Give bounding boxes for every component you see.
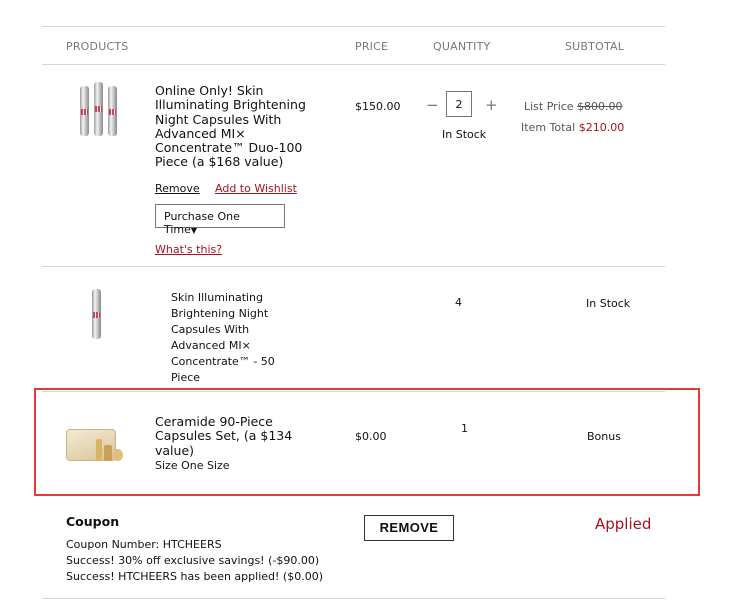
add-to-wishlist-link[interactable]: Add to Wishlist xyxy=(215,182,297,195)
stock-status: In Stock xyxy=(442,128,487,141)
coupon-success-savings: Success! 30% off exclusive savings! (-$9… xyxy=(66,554,320,567)
decrease-quantity-button[interactable]: − xyxy=(426,96,439,114)
coupon-remove-button[interactable]: REMOVE xyxy=(364,515,454,541)
product-name-line: Brightening Night xyxy=(171,307,269,320)
item-price: $150.00 xyxy=(355,100,401,113)
product-name-line: Skin Illuminating xyxy=(171,291,264,304)
list-price: List Price $800.00 xyxy=(524,100,623,113)
product-image-ceramide-set[interactable] xyxy=(66,423,124,463)
product-name-night-capsules-50[interactable]: Skin Illuminating Brightening Night Caps… xyxy=(171,290,275,386)
coupon-status: Applied xyxy=(595,515,652,533)
product-name-ceramide-set[interactable]: Ceramide 90-Piece Capsules Set, (a $134 … xyxy=(155,414,315,458)
product-name-line: Concentrate™ - 50 xyxy=(171,355,275,368)
caret-down-icon: ▼ xyxy=(190,226,198,235)
column-header-price: PRICE xyxy=(355,40,389,53)
remove-link[interactable]: Remove xyxy=(155,182,200,195)
increase-quantity-button[interactable]: + xyxy=(485,96,498,114)
top-divider xyxy=(42,26,665,27)
product-name-line: Capsules With xyxy=(171,323,250,336)
item-total-value: $210.00 xyxy=(578,121,625,134)
column-header-quantity: QUANTITY xyxy=(433,40,491,53)
bonus-label: Bonus xyxy=(587,430,621,443)
stock-status: In Stock xyxy=(586,297,631,310)
item-total: Item Total $210.00 xyxy=(521,121,624,134)
column-header-subtotal: SUBTOTAL xyxy=(565,40,625,53)
purchase-option-value: Purchase One Time xyxy=(164,210,240,236)
whats-this-link[interactable]: What's this? xyxy=(155,243,222,256)
product-size: Size One Size xyxy=(155,459,230,472)
item-price: $0.00 xyxy=(355,430,387,443)
list-price-label: List Price xyxy=(524,100,574,113)
product-image-night-capsules-duo[interactable] xyxy=(78,82,122,138)
item-quantity: 1 xyxy=(461,422,468,435)
product-name-line: Advanced MI× xyxy=(171,339,251,352)
row-divider-1 xyxy=(42,266,665,267)
bottom-divider xyxy=(42,598,665,599)
item-total-label: Item Total xyxy=(521,121,576,134)
list-price-value: $800.00 xyxy=(577,100,623,113)
item-quantity: 4 xyxy=(455,296,462,309)
purchase-option-select[interactable]: Purchase One Time▼ xyxy=(155,204,285,236)
coupon-success-applied: Success! HTCHEERS has been applied! ($0.… xyxy=(66,570,323,583)
quantity-input[interactable]: 2 xyxy=(446,91,472,117)
product-image-night-capsules-50[interactable] xyxy=(86,289,108,341)
header-divider xyxy=(42,64,665,65)
coupon-title: Coupon xyxy=(66,514,120,529)
product-name-night-capsules-duo[interactable]: Online Only! Skin Illuminating Brighteni… xyxy=(155,83,325,170)
product-name-line: Piece xyxy=(171,371,201,384)
coupon-number: Coupon Number: HTCHEERS xyxy=(66,538,222,551)
column-header-products: PRODUCTS xyxy=(66,40,129,53)
